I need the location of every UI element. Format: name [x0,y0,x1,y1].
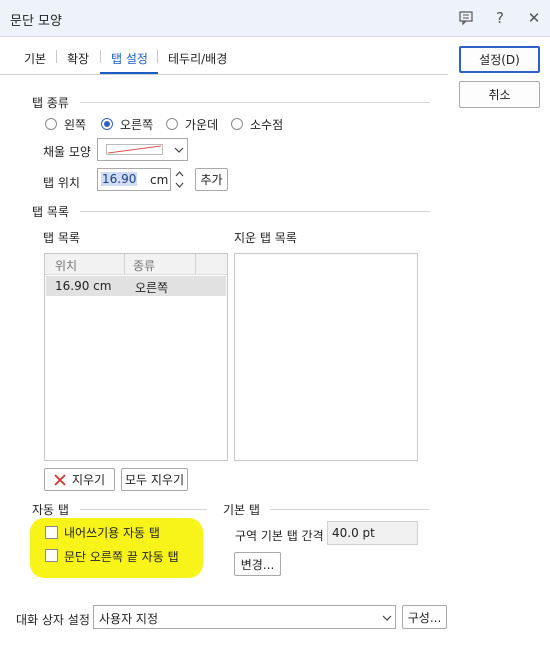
ok-button[interactable]: 설정(D) [459,46,540,73]
basic-gap-field: 40.0 pt [327,521,418,545]
radio-right-label: 오른쪽 [120,118,154,132]
basic-gap-label: 구역 기본 탭 간격 [235,529,324,543]
section-divider [80,211,430,212]
section-divider [80,509,207,510]
dialog-settings-label: 대화 상자 설정 [16,613,90,627]
basic-tab-title: 기본 탭 [223,503,260,517]
delete-all-button[interactable]: 모두 지우기 [121,468,188,491]
column-header-position[interactable]: 위치 [55,257,77,274]
position-spinner[interactable] [172,168,187,191]
position-label: 탭 위치 [43,176,80,190]
tab-list[interactable]: 위치 종류 16.90 cm 오른쪽 [44,253,228,461]
fill-dropdown[interactable] [97,138,188,161]
tab-baseline [0,74,448,75]
tab-tab-settings[interactable]: 탭 설정 [111,50,148,67]
change-button[interactable]: 변경... [234,552,281,576]
column-header-kind[interactable]: 종류 [133,257,155,274]
section-divider [80,102,430,103]
config-button[interactable]: 구성... [402,605,447,629]
radio-decimal[interactable] [231,118,243,130]
chevron-down-icon [382,615,392,621]
add-tab-button[interactable]: 추가 [195,168,228,191]
window-title: 문단 모양 [10,14,62,29]
radio-center[interactable] [166,118,178,130]
position-input[interactable]: 16.90 cm [97,168,171,191]
column-divider [195,254,196,274]
position-unit: cm [150,173,169,187]
indent-auto-tab-checkbox[interactable] [45,526,58,539]
delete-x-icon [54,473,66,486]
close-icon[interactable]: ✕ [524,8,544,28]
delete-button[interactable]: 지우기 [44,468,115,491]
row-position: 16.90 cm [55,279,112,293]
fill-preview [106,144,163,155]
tab-separator [100,50,101,63]
indent-auto-tab-label: 내어쓰기용 자동 탭 [64,526,160,540]
fill-label: 채울 모양 [43,145,91,159]
row-kind: 오른쪽 [135,281,169,295]
tab-kind-title: 탭 종류 [32,96,69,110]
chevron-down-icon [174,147,184,153]
tab-separator [157,50,158,63]
deleted-list-label: 지운 탭 목록 [234,231,297,245]
table-row[interactable]: 16.90 cm 오른쪽 [46,276,226,296]
radio-center-label: 가운데 [185,118,219,132]
auto-tab-title: 자동 탭 [32,503,69,517]
dialog-settings-dropdown[interactable]: 사용자 지정 [93,605,396,629]
radio-selected-dot [104,121,110,127]
tab-list-label: 탭 목록 [43,231,80,245]
right-end-auto-tab-checkbox[interactable] [45,549,58,562]
tab-border-background[interactable]: 테두리/배경 [168,50,227,67]
cancel-button[interactable]: 취소 [459,81,540,108]
column-divider [124,254,125,274]
radio-right[interactable] [101,118,113,130]
tab-extended[interactable]: 확장 [67,50,89,67]
spinner-arrows-icon [175,171,184,188]
radio-left[interactable] [45,118,57,130]
tab-separator [56,50,57,63]
position-value: 16.90 [101,172,138,186]
basic-gap-value: 40.0 pt [332,526,375,540]
deleted-tab-list[interactable] [234,253,418,461]
active-tab-indicator [100,72,158,74]
comment-icon[interactable] [456,8,476,28]
delete-label: 지우기 [71,473,106,487]
radio-left-label: 왼쪽 [64,118,87,132]
dialog-settings-value: 사용자 지정 [99,612,159,626]
right-end-auto-tab-label: 문단 오른쪽 끝 자동 탭 [64,550,179,564]
radio-decimal-label: 소수점 [250,118,284,132]
help-icon[interactable]: ? [490,8,510,28]
tab-list-title: 탭 목록 [32,205,69,219]
section-divider [270,509,430,510]
tab-basic[interactable]: 기본 [24,50,46,67]
